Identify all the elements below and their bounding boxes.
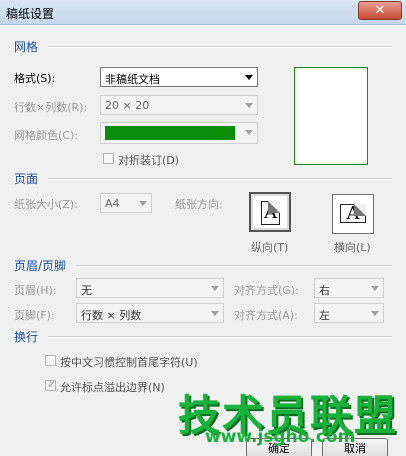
- cjk-line-break-label: 按中文习惯控制首尾字符(U): [60, 356, 198, 369]
- title-bar: 稿纸设置 ✕: [0, 0, 406, 25]
- header-value: 无: [81, 284, 92, 297]
- chevron-down-icon: [139, 201, 147, 206]
- header-align-select[interactable]: 右: [314, 278, 384, 298]
- cjk-line-break-checkbox[interactable]: [45, 355, 56, 366]
- checkmark-icon: ✓: [47, 378, 57, 391]
- chevron-down-icon: [371, 311, 379, 316]
- header-align-label: 对齐方式(G):: [234, 284, 299, 297]
- section-page-heading: 页面: [14, 172, 39, 186]
- header-select[interactable]: 无: [76, 278, 224, 298]
- footer-align-select[interactable]: 左: [314, 303, 384, 323]
- chevron-down-icon: [211, 286, 219, 291]
- section-line-break-heading: 换行: [14, 330, 39, 344]
- style-label: 格式(S):: [14, 72, 56, 85]
- fold-checkbox[interactable]: [103, 153, 114, 164]
- section-grid-heading: 网格: [14, 40, 39, 54]
- grid-preview: [294, 67, 368, 165]
- footer-align-value: 左: [319, 309, 330, 322]
- paper-size-value: A4: [105, 197, 120, 210]
- portrait-button[interactable]: A: [249, 192, 291, 232]
- grid-color-label: 网格颜色(C):: [14, 129, 78, 142]
- punctuation-overflow-checkbox[interactable]: ✓: [45, 378, 57, 391]
- landscape-label: 横向(L): [334, 241, 371, 254]
- fold-checkbox-label: 对折装订(D): [118, 154, 180, 167]
- rows-cols-label: 行数×列数(R):: [14, 101, 88, 114]
- paper-size-label: 纸张大小(Z):: [14, 198, 78, 211]
- paper-size-select[interactable]: A4: [100, 193, 152, 213]
- divider: [48, 46, 392, 48]
- close-button[interactable]: ✕: [358, 1, 402, 20]
- style-select[interactable]: 非稿纸文档: [100, 67, 258, 87]
- chevron-down-icon: [211, 311, 219, 316]
- chevron-down-icon: [245, 75, 253, 80]
- footer-label: 页脚(F):: [14, 309, 55, 322]
- chevron-down-icon: [371, 286, 379, 291]
- landscape-button[interactable]: A: [332, 194, 374, 234]
- dialog-title: 稿纸设置: [6, 7, 55, 21]
- divider: [76, 265, 392, 267]
- chevron-down-icon: [245, 130, 253, 135]
- divider: [48, 178, 392, 180]
- header-label: 页眉(H):: [14, 284, 57, 297]
- landscape-page-icon: A: [340, 204, 366, 223]
- page-setup-dialog: 稿纸设置 ✕ 网格 格式(S): 非稿纸文档 行数×列数(R): 20 × 20…: [0, 0, 406, 456]
- close-icon: ✕: [374, 3, 386, 18]
- grid-color-swatch: [105, 126, 235, 140]
- divider: [48, 336, 392, 338]
- portrait-page-icon: A: [261, 201, 280, 225]
- punctuation-overflow-label: 允许标点溢出边界(N): [60, 381, 165, 394]
- orientation-label: 纸张方向:: [175, 198, 223, 211]
- chevron-down-icon: [245, 103, 253, 108]
- footer-select[interactable]: 行数 × 列数: [76, 303, 224, 323]
- grid-color-select[interactable]: [100, 122, 258, 144]
- header-align-value: 右: [319, 284, 330, 297]
- watermark-url: www.jsgho.com: [205, 427, 356, 447]
- rows-cols-select[interactable]: 20 × 20: [100, 95, 258, 115]
- style-select-value: 非稿纸文档: [105, 73, 160, 86]
- footer-value: 行数 × 列数: [81, 309, 142, 322]
- footer-align-label: 对齐方式(A):: [234, 309, 298, 322]
- rows-cols-value: 20 × 20: [105, 99, 150, 112]
- portrait-label: 纵向(T): [251, 241, 289, 254]
- section-header-footer-heading: 页眉/页脚: [14, 259, 67, 273]
